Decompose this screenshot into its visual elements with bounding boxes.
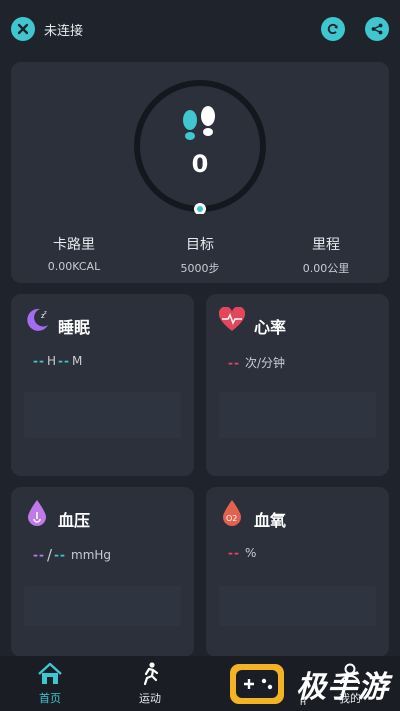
sleep-hours-dash: -- — [33, 354, 45, 368]
blood-pressure-title: 血压 — [58, 511, 91, 530]
blood-oxygen-value: -- % — [228, 546, 256, 560]
steps-count: 0 — [191, 150, 209, 178]
refresh-button[interactable] — [321, 17, 345, 41]
stat-title: 里程 — [312, 237, 340, 253]
stat-value: 0.00公里 — [302, 262, 350, 275]
heart-rate-dash: -- — [228, 355, 240, 370]
bp-separator: / — [46, 546, 53, 564]
sleep-title: 睡眠 — [58, 318, 91, 337]
sleep-hours-unit: H — [46, 354, 56, 368]
share-button[interactable] — [365, 17, 389, 41]
stat-goal[interactable]: 目标 5000步 — [145, 234, 255, 276]
oxygen-drop-icon: O2 — [223, 500, 241, 526]
running-icon — [143, 662, 159, 686]
close-icon — [17, 23, 29, 35]
blood-pressure-value: -- / -- mmHg — [33, 546, 111, 564]
heart-rate-unit: 次/分钟 — [244, 356, 286, 370]
stat-value: 5000步 — [180, 262, 220, 275]
blood-drop-icon — [28, 500, 46, 526]
stat-value: 0.00KCAL — [47, 260, 101, 273]
watermark-sub: H — [300, 698, 307, 707]
svg-text:z: z — [44, 310, 47, 316]
moon-icon: z z — [27, 308, 48, 331]
steps-ring: 0 — [132, 78, 268, 215]
blood-pressure-unit: mmHg — [71, 548, 112, 562]
sleep-chart — [24, 392, 181, 438]
blood-oxygen-unit: % — [244, 546, 257, 560]
sleep-minutes-unit: M — [71, 354, 83, 368]
heart-icon — [218, 307, 246, 331]
nav-label: 运动 — [139, 692, 161, 705]
stat-title: 卡路里 — [53, 237, 95, 253]
footprints-icon — [183, 106, 215, 140]
svg-text:O2: O2 — [226, 514, 237, 523]
close-button[interactable] — [11, 17, 35, 41]
top-bar: 未连接 — [0, 0, 400, 58]
heart-rate-value: -- 次/分钟 — [228, 354, 285, 371]
home-icon — [38, 662, 62, 684]
blood-oxygen-chart — [219, 586, 376, 626]
refresh-icon — [327, 23, 338, 35]
stat-title: 目标 — [186, 237, 214, 253]
heart-rate-title: 心率 — [254, 318, 287, 337]
connection-status: 未连接 — [44, 24, 84, 39]
heart-rate-chart — [219, 392, 376, 438]
share-icon — [371, 23, 383, 35]
diastolic-dash: -- — [54, 548, 66, 562]
sleep-value: -- H -- M — [33, 354, 82, 368]
blood-oxygen-title: 血氧 — [254, 511, 287, 530]
stat-calories: 卡路里 0.00KCAL — [19, 234, 129, 273]
systolic-dash: -- — [33, 548, 45, 562]
nav-sport[interactable]: 运动 — [100, 656, 200, 711]
nav-label: 首页 — [39, 692, 61, 705]
blood-pressure-chart — [24, 586, 181, 626]
stat-distance: 里程 0.00公里 — [271, 234, 381, 276]
watermark-text: 极手游 — [296, 670, 389, 705]
sleep-minutes-dash: -- — [58, 354, 70, 368]
nav-home[interactable]: 首页 — [0, 656, 100, 711]
blood-oxygen-dash: -- — [228, 546, 240, 560]
